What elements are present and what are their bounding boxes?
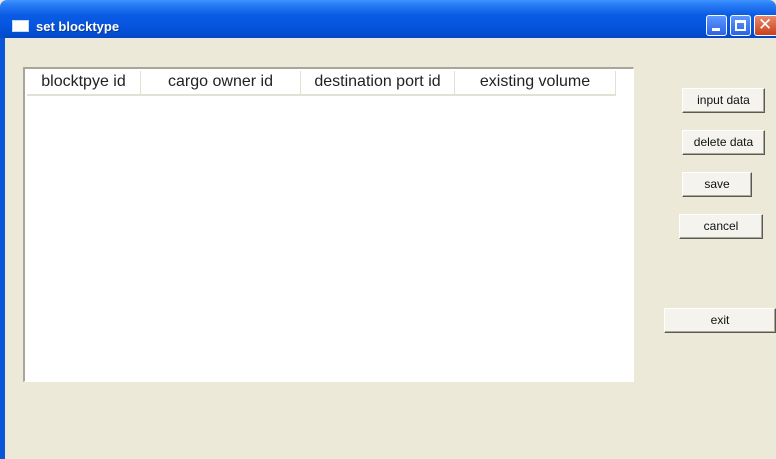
maximize-button[interactable] — [730, 15, 751, 36]
column-header-existing-volume[interactable]: existing volume — [455, 71, 616, 96]
close-icon: ✕ — [758, 15, 773, 35]
main-window: set blocktype ✕ blocktpye id cargo owner… — [0, 0, 776, 459]
cancel-button[interactable]: cancel — [679, 214, 763, 239]
input-data-button[interactable]: input data — [682, 88, 765, 113]
save-button[interactable]: save — [682, 172, 752, 197]
window-icon — [12, 20, 29, 32]
column-header-destination-port-id[interactable]: destination port id — [301, 71, 455, 96]
maximize-icon — [735, 20, 746, 31]
window-title: set blocktype — [36, 19, 120, 34]
exit-button[interactable]: exit — [664, 308, 776, 333]
delete-data-button[interactable]: delete data — [682, 130, 765, 155]
minimize-button[interactable] — [706, 15, 727, 36]
table-header-row: blocktpye id cargo owner id destination … — [27, 71, 616, 96]
window-left-border — [0, 38, 5, 459]
blocktype-table[interactable]: blocktpye id cargo owner id destination … — [23, 67, 634, 382]
minimize-icon — [712, 28, 720, 31]
title-bar[interactable]: set blocktype ✕ — [0, 0, 776, 38]
close-button[interactable]: ✕ — [754, 15, 776, 36]
column-header-cargo-owner-id[interactable]: cargo owner id — [141, 71, 301, 96]
column-header-blocktype-id[interactable]: blocktpye id — [27, 71, 141, 96]
